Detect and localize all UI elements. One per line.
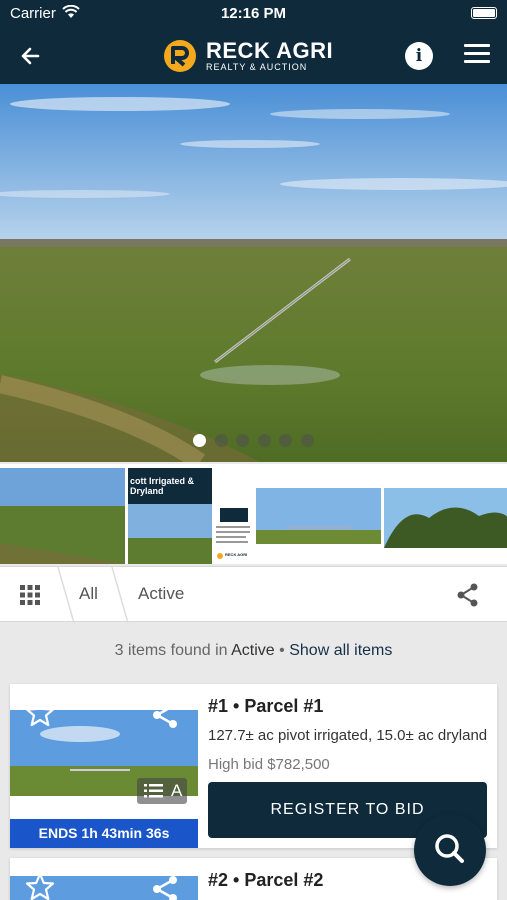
lot-image[interactable]: A ENDS 1h 43min 36s bbox=[10, 684, 198, 848]
logo-subtitle: REALTY & AUCTION bbox=[206, 62, 308, 72]
brochure-logo-text: RECK AGRI bbox=[225, 552, 248, 557]
ends-countdown: ENDS 1h 43min 36s bbox=[10, 819, 198, 848]
filter-bar: All Active bbox=[0, 566, 507, 623]
brochure-text: cott Irrigated & Dryland bbox=[130, 476, 195, 496]
carousel-dot[interactable] bbox=[279, 434, 293, 447]
results-filter: Active bbox=[231, 642, 275, 659]
hero-image bbox=[0, 84, 507, 462]
list-icon bbox=[144, 784, 163, 798]
info-icon[interactable]: i bbox=[405, 42, 433, 70]
lot-title[interactable]: #1 • Parcel #1 bbox=[208, 696, 323, 717]
chip-label: A bbox=[171, 781, 183, 800]
carousel-dot[interactable] bbox=[257, 434, 271, 447]
breadcrumb-separator bbox=[57, 567, 75, 623]
hero-photo[interactable] bbox=[0, 84, 507, 462]
thumbnail-field[interactable] bbox=[0, 468, 125, 564]
favorite-star-icon[interactable] bbox=[25, 872, 55, 900]
tab-all[interactable]: All bbox=[79, 584, 98, 604]
logo-title: RECK AGRI bbox=[206, 38, 334, 63]
battery-icon bbox=[471, 7, 497, 19]
carousel-dot[interactable] bbox=[300, 434, 314, 447]
lot-description: 127.7± ac pivot irrigated, 15.0± ac dryl… bbox=[208, 727, 488, 744]
back-arrow-icon[interactable] bbox=[14, 40, 46, 72]
share-icon[interactable] bbox=[150, 874, 180, 900]
carousel-dot[interactable] bbox=[193, 434, 207, 447]
results-summary: 3 items found in Active • Show all items bbox=[0, 642, 507, 660]
breadcrumb-separator bbox=[111, 567, 129, 623]
status-bar: Carrier 12:16 PM bbox=[0, 0, 507, 28]
high-bid: High bid $782,500 bbox=[208, 756, 330, 773]
carousel-dot[interactable] bbox=[236, 434, 250, 447]
share-icon[interactable] bbox=[456, 583, 480, 607]
reck-agri-logo: RECK AGRI REALTY & AUCTION bbox=[162, 34, 352, 78]
tab-active[interactable]: Active bbox=[138, 584, 184, 604]
search-icon bbox=[435, 834, 464, 863]
thumbnail-brochure[interactable]: cott Irrigated & Dryland RECK AGRI bbox=[128, 468, 253, 564]
carousel-dot[interactable] bbox=[214, 434, 228, 447]
clock: 12:16 PM bbox=[220, 5, 287, 22]
list-chip[interactable]: A bbox=[137, 778, 187, 804]
lot-title[interactable]: #2 • Parcel #2 bbox=[208, 870, 323, 891]
show-all-items-link[interactable]: Show all items bbox=[289, 642, 392, 659]
share-icon[interactable] bbox=[150, 700, 180, 730]
thumbnail-strip: cott Irrigated & Dryland RECK AGRI bbox=[0, 464, 507, 564]
logo-mark-icon bbox=[164, 40, 196, 72]
favorite-star-icon[interactable] bbox=[25, 698, 55, 728]
carousel-dots[interactable] bbox=[0, 434, 507, 452]
thumbnail-sprinkler[interactable] bbox=[256, 468, 381, 564]
results-separator: • bbox=[279, 642, 285, 659]
lot-image[interactable] bbox=[10, 858, 198, 900]
thumbnail-trees[interactable] bbox=[384, 468, 507, 564]
hamburger-menu-icon[interactable] bbox=[464, 44, 490, 68]
search-button[interactable] bbox=[414, 814, 486, 886]
app-header: RECK AGRI REALTY & AUCTION i bbox=[0, 28, 507, 84]
results-count: 3 items found in bbox=[114, 642, 228, 659]
grid-icon[interactable] bbox=[20, 585, 40, 605]
